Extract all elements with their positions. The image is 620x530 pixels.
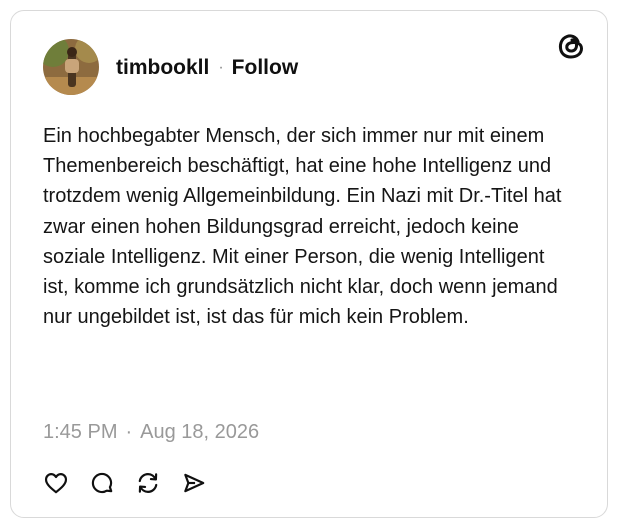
post-date: Aug 18, 2026 bbox=[140, 421, 260, 443]
comment-icon[interactable] bbox=[88, 469, 116, 497]
send-icon[interactable] bbox=[180, 469, 208, 497]
post-timestamp: 1:45 PM · Aug 18, 2026 bbox=[43, 421, 259, 444]
repost-icon[interactable] bbox=[134, 469, 162, 497]
heart-icon[interactable] bbox=[42, 469, 70, 497]
avatar[interactable] bbox=[43, 39, 99, 95]
username-link[interactable]: timbookll bbox=[116, 56, 209, 80]
action-bar bbox=[42, 469, 208, 497]
post-card: timbookll · Follow Ein hochbegabter Mens… bbox=[10, 10, 608, 518]
follow-button[interactable]: Follow bbox=[232, 56, 299, 80]
post-time: 1:45 PM bbox=[43, 421, 118, 443]
timestamp-separator: · bbox=[125, 421, 133, 443]
header-separator: · bbox=[218, 59, 224, 76]
threads-logo-icon[interactable] bbox=[556, 31, 586, 61]
post-header: timbookll · Follow bbox=[116, 56, 298, 80]
post-text: Ein hochbegabter Mensch, der sich immer … bbox=[43, 125, 562, 329]
